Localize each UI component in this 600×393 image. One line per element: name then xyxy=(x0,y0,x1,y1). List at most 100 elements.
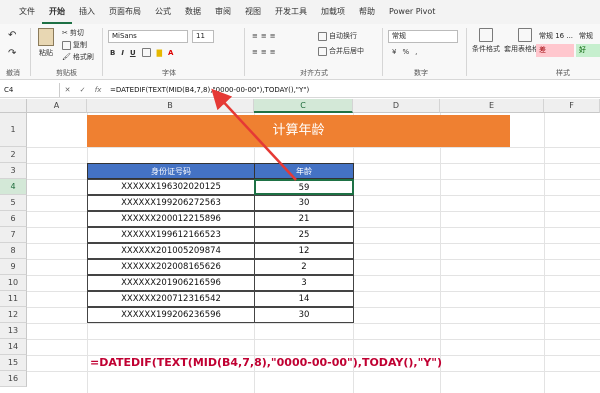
tab-file[interactable]: 文件 xyxy=(12,0,42,24)
column-header-f[interactable]: F xyxy=(544,99,600,113)
age-cell[interactable]: 3 xyxy=(254,275,354,291)
column-header-d[interactable]: D xyxy=(353,99,440,113)
italic-button[interactable]: I xyxy=(121,49,124,57)
tab-power-pivot[interactable]: Power Pivot xyxy=(382,0,442,24)
column-header-c[interactable]: C xyxy=(254,99,353,113)
merge-center-button[interactable]: 合并后居中 xyxy=(318,46,364,56)
age-header[interactable]: 年龄 xyxy=(254,163,354,179)
align-right-icon[interactable]: ≡ xyxy=(270,48,276,56)
tab-home[interactable]: 开始 xyxy=(42,0,72,24)
row-header-13[interactable]: 13 xyxy=(0,323,27,339)
currency-icon[interactable]: ¥ xyxy=(392,48,396,56)
id-cell[interactable]: XXXXXX199206236596 xyxy=(87,307,255,323)
paste-button[interactable]: 粘贴 xyxy=(38,28,54,58)
sheet-title[interactable]: 计算年龄 xyxy=(87,115,510,147)
age-cell[interactable]: 21 xyxy=(254,211,354,227)
border-icon[interactable] xyxy=(141,48,151,57)
id-cell[interactable]: XXXXXX199612166523 xyxy=(87,227,255,243)
cancel-icon[interactable]: ✕ xyxy=(65,86,71,94)
align-middle-icon[interactable]: ≡ xyxy=(261,32,267,40)
id-header[interactable]: 身份证号码 xyxy=(87,163,255,179)
row-header-10[interactable]: 10 xyxy=(0,275,27,291)
row-header-6[interactable]: 6 xyxy=(0,211,27,227)
id-cell[interactable]: XXXXXX202008165626 xyxy=(87,259,255,275)
age-cell[interactable]: 25 xyxy=(254,227,354,243)
font-size-select[interactable]: 11 xyxy=(192,30,214,43)
tab-addins[interactable]: 加载项 xyxy=(314,0,352,24)
align-bottom-icon[interactable]: ≡ xyxy=(270,32,276,40)
row-header-7[interactable]: 7 xyxy=(0,227,27,243)
formula-bar-controls: ✕ ✓ fx xyxy=(60,86,106,94)
row-header-14[interactable]: 14 xyxy=(0,339,27,355)
row-header-16[interactable]: 16 xyxy=(0,371,27,387)
comma-icon[interactable]: , xyxy=(415,48,417,56)
clipboard-group-label: 剪贴板 xyxy=(56,69,77,77)
row-header-11[interactable]: 11 xyxy=(0,291,27,307)
id-cell[interactable]: XXXXXX199206272563 xyxy=(87,195,255,211)
insert-function-icon[interactable]: fx xyxy=(95,86,102,94)
tab-view[interactable]: 视图 xyxy=(238,0,268,24)
tab-help[interactable]: 帮助 xyxy=(352,0,382,24)
font-name-select[interactable]: MiSans xyxy=(108,30,188,43)
row-header-4[interactable]: 4 xyxy=(0,179,27,195)
underline-button[interactable]: U xyxy=(130,49,136,57)
tab-data[interactable]: 数据 xyxy=(178,0,208,24)
copy-icon xyxy=(62,40,71,50)
merge-icon xyxy=(318,46,327,56)
undo-button[interactable]: ↶ xyxy=(8,30,16,41)
row-header-8[interactable]: 8 xyxy=(0,243,27,259)
style-normal[interactable]: 常规 xyxy=(576,30,600,43)
copy-button[interactable]: 复制 xyxy=(62,40,87,50)
percent-icon[interactable]: % xyxy=(402,48,409,56)
row-header-9[interactable]: 9 xyxy=(0,259,27,275)
id-cell[interactable]: XXXXXX196302020125 xyxy=(87,179,255,195)
name-box[interactable]: C4 xyxy=(0,82,60,97)
conditional-format-button[interactable]: 条件格式 xyxy=(472,28,500,54)
align-top-icon[interactable]: ≡ xyxy=(252,32,258,40)
row-header-3[interactable]: 3 xyxy=(0,163,27,179)
tab-page-layout[interactable]: 页面布局 xyxy=(102,0,148,24)
age-cell[interactable]: 12 xyxy=(254,243,354,259)
column-header-b[interactable]: B xyxy=(87,99,254,113)
align-left-icon[interactable]: ≡ xyxy=(252,48,258,56)
style-normal-16[interactable]: 常规 16 ... xyxy=(536,30,574,43)
enter-icon[interactable]: ✓ xyxy=(80,86,86,94)
id-cell[interactable]: XXXXXX200712316542 xyxy=(87,291,255,307)
id-cell[interactable]: XXXXXX200012215896 xyxy=(87,211,255,227)
select-all-corner[interactable] xyxy=(0,99,27,113)
format-painter-button[interactable]: 🖌 格式刷 xyxy=(62,52,94,62)
redo-button[interactable]: ↷ xyxy=(8,48,16,59)
number-format-select[interactable]: 常规 xyxy=(388,30,458,43)
fill-color-icon[interactable]: ▇ xyxy=(157,49,162,57)
wrap-label: 自动换行 xyxy=(329,32,357,40)
style-bad[interactable]: 差 xyxy=(536,44,574,57)
row-header-15[interactable]: 15 xyxy=(0,355,27,371)
tab-developer[interactable]: 开发工具 xyxy=(268,0,314,24)
number-group-label: 数字 xyxy=(414,69,428,77)
age-cell[interactable]: 30 xyxy=(254,195,354,211)
style-good[interactable]: 好 xyxy=(576,44,600,57)
row-header-2[interactable]: 2 xyxy=(0,147,27,163)
row-header-12[interactable]: 12 xyxy=(0,307,27,323)
age-cell[interactable]: 30 xyxy=(254,307,354,323)
wrap-text-button[interactable]: 自动换行 xyxy=(318,31,357,41)
align-center-icon[interactable]: ≡ xyxy=(261,48,267,56)
id-cell[interactable]: XXXXXX201005209874 xyxy=(87,243,255,259)
age-cell[interactable]: 14 xyxy=(254,291,354,307)
column-header-e[interactable]: E xyxy=(440,99,544,113)
tab-review[interactable]: 审阅 xyxy=(208,0,238,24)
id-cell[interactable]: XXXXXX201906216596 xyxy=(87,275,255,291)
age-cell[interactable]: 2 xyxy=(254,259,354,275)
font-color-icon[interactable]: A xyxy=(168,49,173,57)
format-painter-label: 格式刷 xyxy=(72,53,94,61)
age-cell-selected[interactable]: 59 xyxy=(254,179,354,195)
cut-button[interactable]: ✂ 剪切 xyxy=(62,28,84,38)
row-header-1[interactable]: 1 xyxy=(0,113,27,147)
formula-input[interactable]: =DATEDIF(TEXT(MID(B4,7,8),"0000-00-00"),… xyxy=(106,86,309,94)
tab-insert[interactable]: 插入 xyxy=(72,0,102,24)
column-header-a[interactable]: A xyxy=(27,99,87,113)
row-header-5[interactable]: 5 xyxy=(0,195,27,211)
tab-formulas[interactable]: 公式 xyxy=(148,0,178,24)
bold-button[interactable]: B xyxy=(110,49,115,57)
redo-icon: ↷ xyxy=(8,48,17,59)
